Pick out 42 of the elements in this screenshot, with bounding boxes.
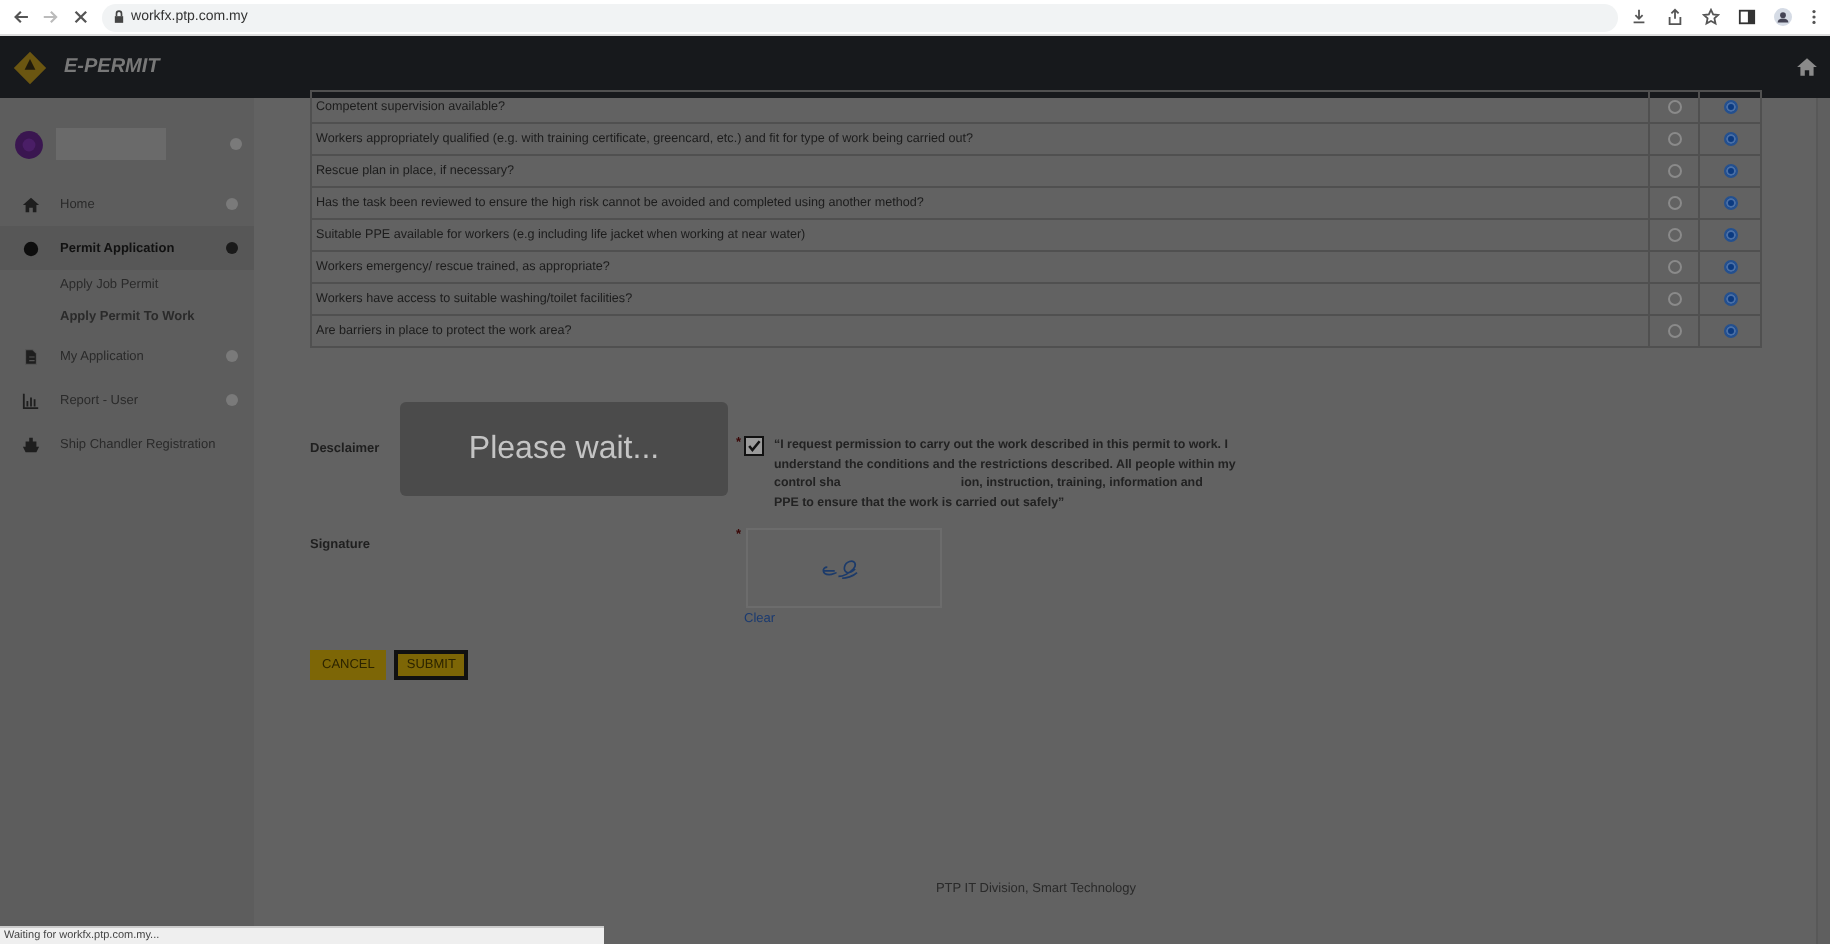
radio-button[interactable] <box>1667 227 1681 242</box>
expand-icon[interactable] <box>226 198 238 210</box>
home-icon[interactable] <box>1796 56 1818 78</box>
loading-message: Please wait... <box>468 431 660 467</box>
back-icon[interactable] <box>12 8 30 26</box>
radio-button[interactable] <box>1723 163 1737 178</box>
circle-icon <box>22 239 40 257</box>
sidebar-icon[interactable] <box>1738 8 1757 26</box>
status-icon <box>230 138 242 150</box>
radio-button[interactable] <box>1723 227 1737 242</box>
checkbox[interactable] <box>744 436 764 456</box>
star-icon[interactable] <box>1702 8 1721 26</box>
home-icon <box>22 195 40 213</box>
expand-icon[interactable] <box>226 350 238 362</box>
radio-button[interactable] <box>1667 259 1681 274</box>
radio-button[interactable] <box>1723 323 1737 338</box>
collapse-icon[interactable] <box>226 242 238 254</box>
signature-pad[interactable] <box>746 528 942 608</box>
radio-button[interactable] <box>1723 195 1737 210</box>
download-icon[interactable] <box>1630 8 1649 26</box>
document-icon <box>22 347 40 365</box>
expand-icon[interactable] <box>226 394 238 406</box>
chart-icon <box>22 391 40 409</box>
app-title: E-PERMIT <box>64 56 160 78</box>
radio-button[interactable] <box>1667 131 1681 146</box>
radio-button[interactable] <box>1723 99 1737 114</box>
radio-button[interactable] <box>1667 291 1681 306</box>
profile-icon[interactable] <box>1774 8 1793 26</box>
ship-icon <box>22 435 40 453</box>
menu-icon[interactable] <box>1810 8 1819 26</box>
radio-button[interactable] <box>1667 323 1681 338</box>
radio-button[interactable] <box>1723 291 1737 306</box>
close-icon[interactable] <box>71 8 90 26</box>
radio-button[interactable] <box>1667 163 1681 178</box>
lock-icon <box>113 10 124 24</box>
radio-button[interactable] <box>1667 99 1681 114</box>
logo-icon <box>12 49 48 85</box>
radio-button[interactable] <box>1723 259 1737 274</box>
share-icon[interactable] <box>1666 8 1685 26</box>
radio-button[interactable] <box>1723 131 1737 146</box>
avatar-icon <box>14 129 44 159</box>
radio-button[interactable] <box>1667 195 1681 210</box>
